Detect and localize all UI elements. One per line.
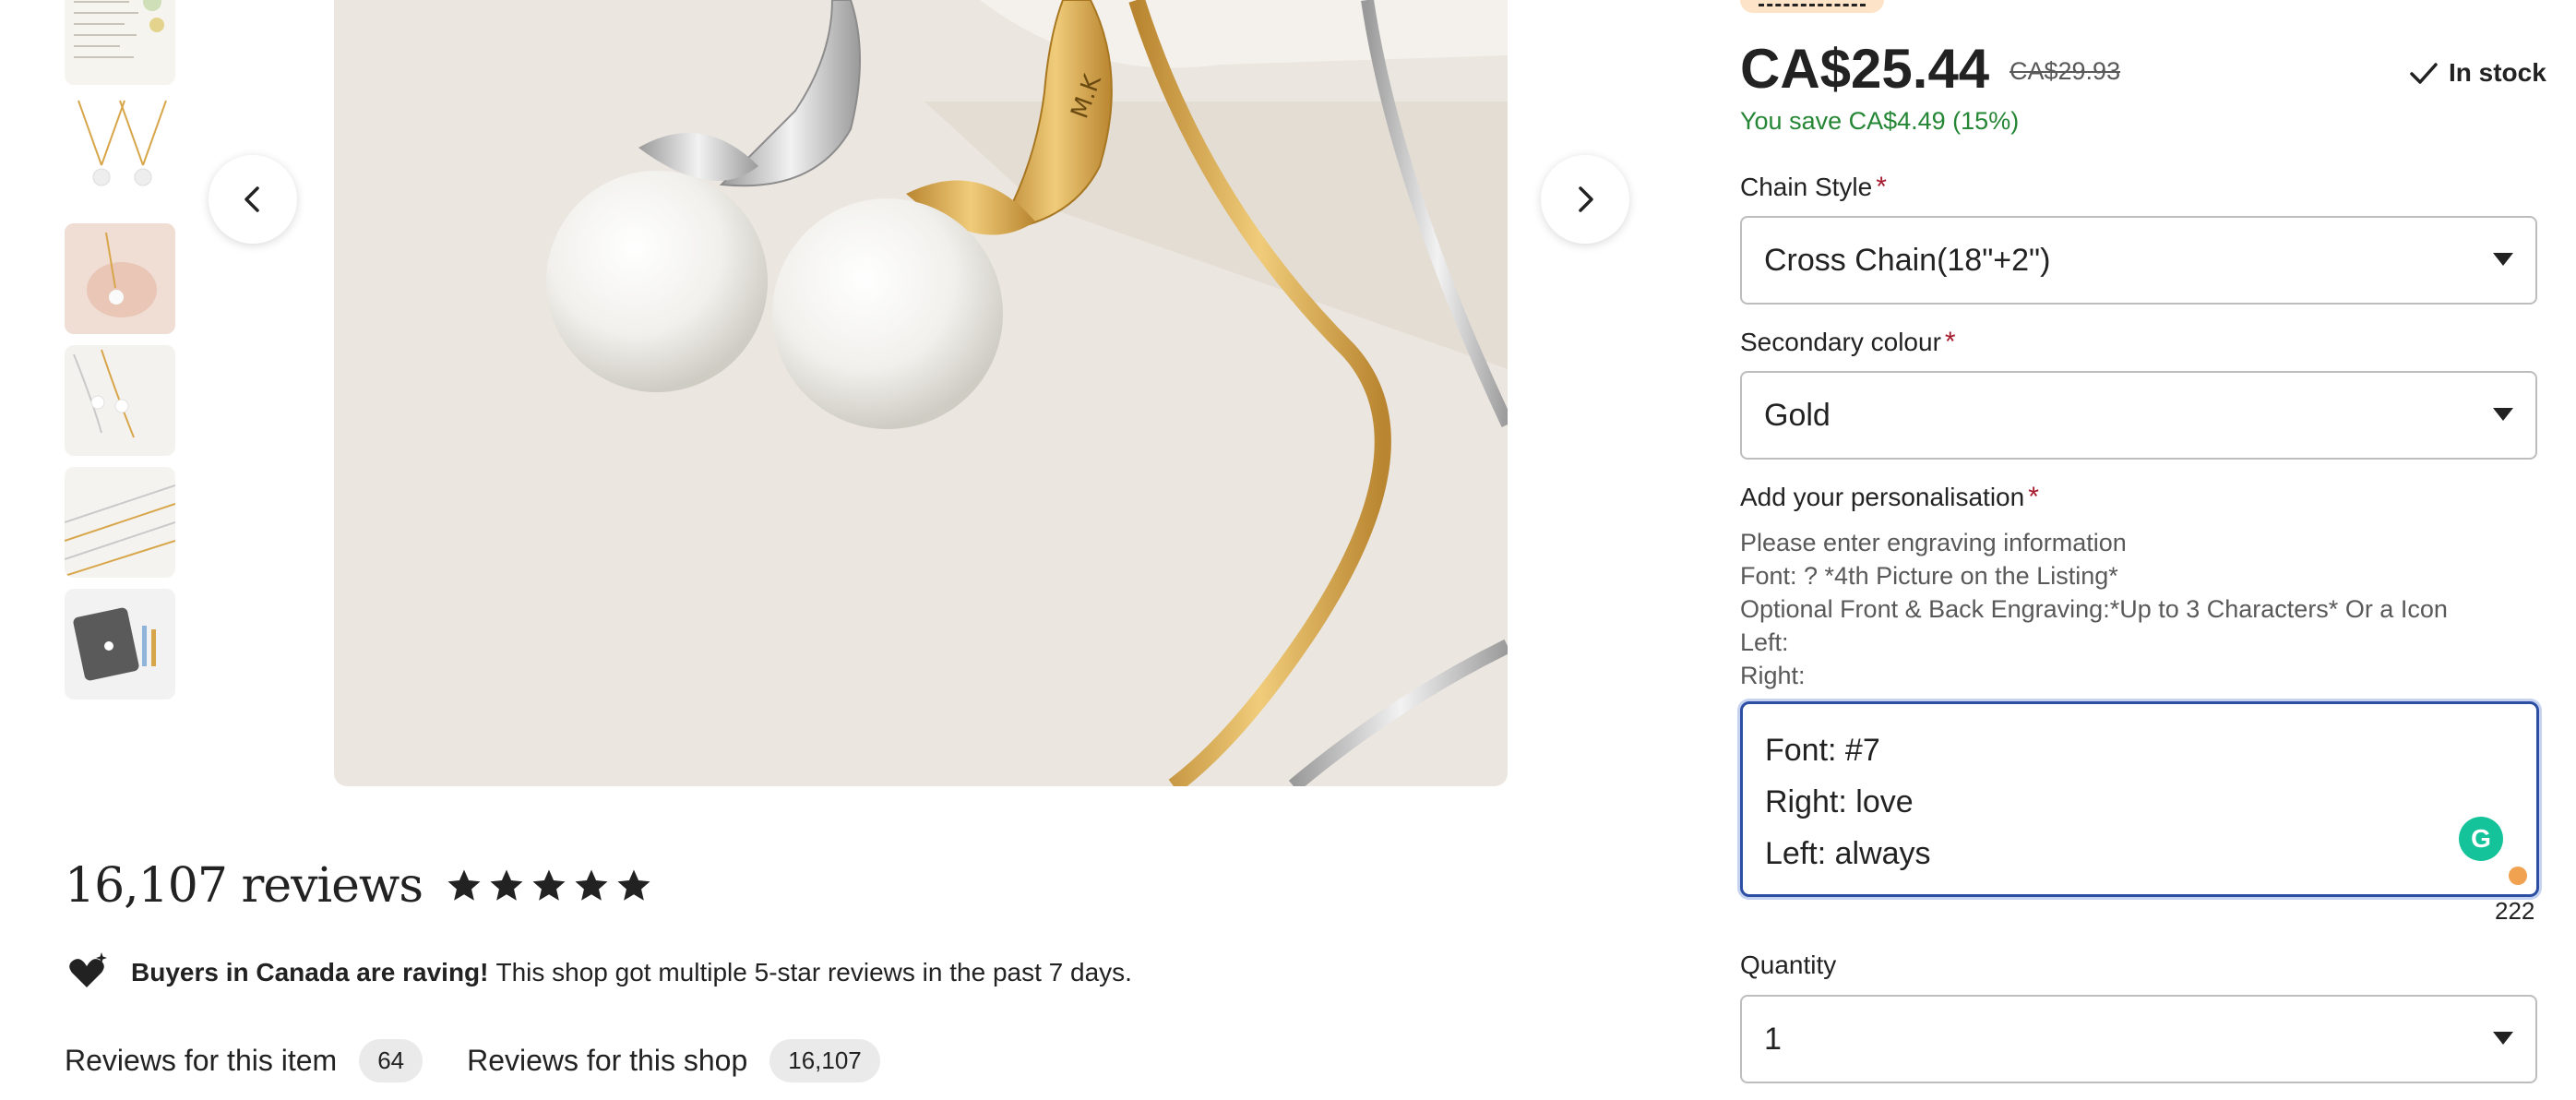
label-text: Quantity [1740, 951, 1837, 979]
raving-bold: Buyers in Canada are raving! [131, 958, 489, 986]
chain-styles-thumbnail-icon [65, 467, 175, 578]
textarea-line: Left: always [1765, 836, 1931, 871]
raving-banner: Buyers in Canada are raving! This shop g… [65, 951, 1132, 995]
thumbnail-certificate[interactable] [65, 0, 175, 85]
select-value: 1 [1764, 1021, 1782, 1057]
reviews-heading: 16,107 reviews [65, 858, 653, 914]
instruction-line: Optional Front & Back Engraving:*Up to 3… [1740, 595, 2448, 623]
star-icon [490, 869, 523, 901]
pearl-pendant-photo: M.K [334, 0, 1508, 786]
instruction-line: Please enter engraving information [1740, 529, 2127, 556]
chain-style-select[interactable]: Cross Chain(18"+2") [1740, 216, 2537, 305]
instruction-line: Font: ? *4th Picture on the Listing* [1740, 562, 2118, 590]
thumbnail-chains[interactable] [65, 467, 175, 578]
secondary-colour-label: Secondary colour * [1740, 327, 1956, 358]
certificate-thumbnail-icon [65, 0, 175, 85]
review-tabs: Reviews for this item 64 Reviews for thi… [65, 1039, 924, 1082]
quantity-label: Quantity [1740, 951, 1836, 980]
textarea-line: Font: #7 [1765, 733, 1880, 768]
remaining-characters: 222 [2495, 897, 2535, 925]
hand-holding-necklace-thumbnail-icon [65, 223, 175, 334]
raving-text: This shop got multiple 5-star reviews in… [495, 958, 1132, 986]
secondary-colour-select[interactable]: Gold [1740, 371, 2537, 460]
instruction-line: Left: [1740, 628, 1789, 656]
textarea-line: Right: love [1765, 784, 1914, 819]
thumbnail-gift-box[interactable] [65, 589, 175, 699]
instruction-line: Right: [1740, 662, 1806, 689]
personalisation-label: Add your personalisation * [1740, 482, 2039, 513]
top-badge [1740, 0, 1884, 13]
current-price: CA$25.44 [1740, 38, 1990, 100]
caret-down-icon [2493, 408, 2513, 421]
thumbnail-two-necklaces[interactable] [65, 96, 175, 207]
required-marker: * [1876, 172, 1887, 202]
chevron-left-icon [244, 186, 259, 212]
gift-box-thumbnail-icon [65, 589, 175, 699]
count-badge: 16,107 [769, 1039, 880, 1082]
required-marker: * [2028, 482, 2039, 512]
stock-status: In stock [2406, 55, 2546, 90]
main-product-image: M.K [334, 0, 1508, 786]
thumbnail-hand[interactable] [65, 223, 175, 334]
two-necklaces-thumbnail-icon [65, 96, 175, 207]
necklaces-on-display-thumbnail-icon [65, 345, 175, 456]
checkmark-icon [2410, 63, 2438, 84]
next-image-button[interactable] [1541, 155, 1629, 244]
caret-down-icon [2493, 1032, 2513, 1045]
personalisation-textarea[interactable]: Font: #7 Right: love Left: always G [1740, 701, 2539, 897]
tab-reviews-item[interactable]: Reviews for this item 64 [65, 1039, 423, 1082]
select-value: Cross Chain(18"+2") [1764, 242, 2051, 278]
heart-sparkle-icon [69, 952, 107, 987]
tab-reviews-shop[interactable]: Reviews for this shop 16,107 [467, 1039, 880, 1082]
stock-text: In stock [2449, 58, 2546, 87]
star-icon [617, 869, 650, 901]
previous-image-button[interactable] [209, 155, 297, 244]
star-icon [447, 869, 481, 901]
quantity-select[interactable]: 1 [1740, 995, 2537, 1083]
star-icon [575, 869, 608, 901]
select-value: Gold [1764, 397, 1831, 433]
tab-label: Reviews for this shop [467, 1044, 748, 1077]
personalisation-instructions: Please enter engraving information Font:… [1740, 526, 2448, 692]
original-price: CA$29.93 [2010, 57, 2121, 85]
star-icon [532, 869, 566, 901]
grammarly-icon[interactable]: G [2459, 817, 2503, 861]
resize-handle-icon[interactable] [2509, 867, 2527, 885]
label-text: Chain Style [1740, 173, 1873, 201]
savings-text: You save CA$4.49 (15%) [1740, 107, 2020, 135]
reviews-count: 16,107 reviews [65, 858, 423, 914]
required-marker: * [1944, 327, 1956, 357]
label-text: Secondary colour [1740, 328, 1941, 356]
caret-down-icon [2493, 253, 2513, 266]
count-badge: 64 [359, 1039, 423, 1082]
tab-label: Reviews for this item [65, 1044, 338, 1077]
chevron-right-icon [1579, 186, 1593, 212]
chain-style-label: Chain Style * [1740, 172, 1887, 203]
star-rating [445, 867, 653, 905]
thumbnail-display[interactable] [65, 345, 175, 456]
label-text: Add your personalisation [1740, 483, 2025, 511]
